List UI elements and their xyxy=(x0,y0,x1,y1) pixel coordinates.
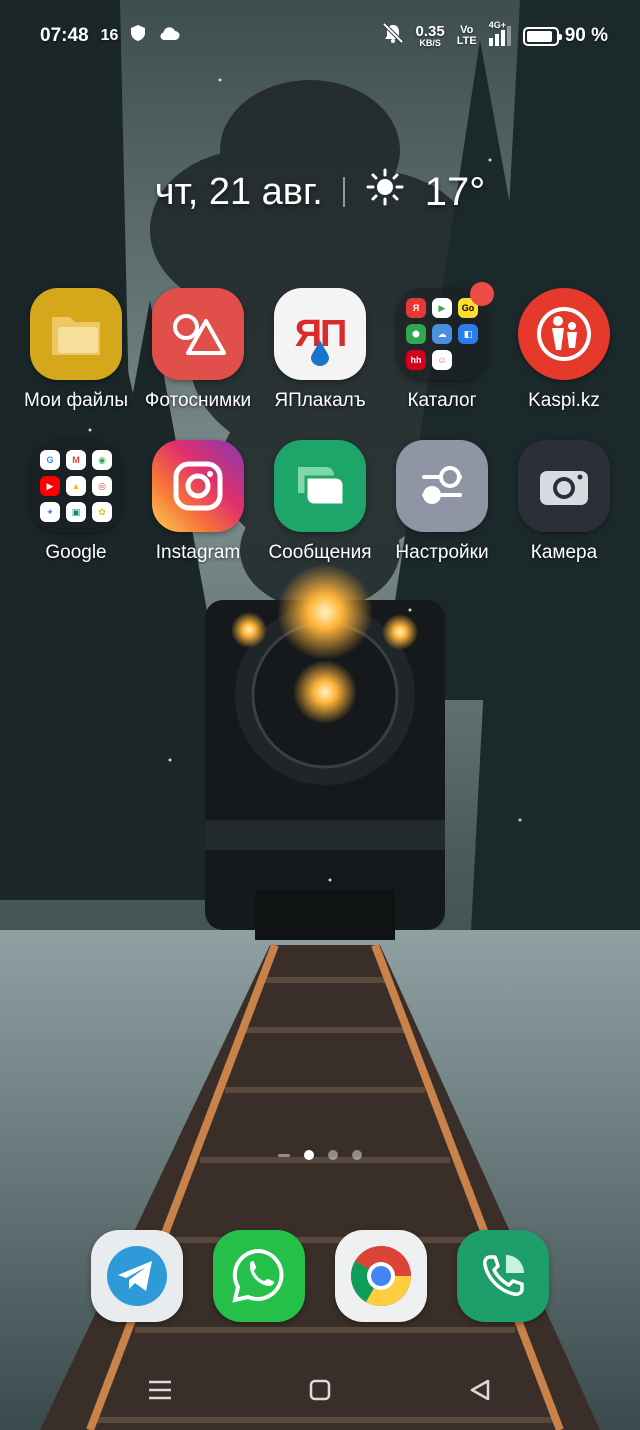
maps-mini-icon: ◉ xyxy=(92,450,112,470)
clock: 07:48 xyxy=(40,25,89,46)
widget-divider xyxy=(342,177,345,207)
empty-slot xyxy=(458,350,478,370)
app-label: Камера xyxy=(530,542,598,563)
network-speed-value: 0.35 xyxy=(415,23,445,40)
app-instagram[interactable]: Instagram xyxy=(137,440,259,564)
camera-icon[interactable] xyxy=(518,440,610,532)
yandex-mini-icon: Я xyxy=(406,298,426,318)
network-type: 4G+ xyxy=(488,20,506,30)
battery-percent: 90 % xyxy=(564,25,608,46)
date-text[interactable]: чт, 21 авг. xyxy=(155,171,323,214)
folder-files-icon[interactable] xyxy=(30,288,122,380)
volte-bottom: LTE xyxy=(456,35,477,47)
settings-icon[interactable] xyxy=(396,440,488,532)
gmail-mini-icon: M xyxy=(66,450,86,470)
app-settings[interactable]: Настройки xyxy=(381,440,503,564)
app-catalog-folder[interactable]: Я ▶ Go ⬢ ☁ ◧ hh ☺ Каталог xyxy=(381,282,503,412)
status-bar: 07:48 16 0.35 KB/S Vo LTE 4G+ 90 % xyxy=(0,0,640,72)
app-photos[interactable]: Фотоснимки xyxy=(137,288,259,412)
google-folder-icon[interactable]: G M ◉ ▶ ▲ ◎ ✦ ▣ ✿ xyxy=(30,440,122,532)
menu-icon[interactable] xyxy=(140,1370,180,1410)
feed-page-indicator[interactable] xyxy=(278,1153,290,1157)
meet-mini-icon: ▣ xyxy=(66,502,86,522)
sun-icon xyxy=(365,167,405,217)
app-google-folder[interactable]: G M ◉ ▶ ▲ ◎ ✦ ▣ ✿ Google xyxy=(15,440,137,564)
app-mini-icon: ◧ xyxy=(458,324,478,344)
battery-fill xyxy=(526,30,552,42)
cloud-mini-icon: ☁ xyxy=(432,324,452,344)
notification-count: 16 xyxy=(100,27,119,44)
hh-mini-icon: hh xyxy=(406,350,426,370)
status-bar-right: 0.35 KB/S Vo LTE 4G+ 90 % xyxy=(382,20,608,50)
app-camera[interactable]: Камера xyxy=(503,440,625,564)
youtube-mini-icon: ▶ xyxy=(40,476,60,496)
security-mini-icon: ⬢ xyxy=(406,324,426,344)
cloud-icon xyxy=(158,25,180,47)
ytmusic-mini-icon: ◎ xyxy=(92,476,112,496)
app-messages[interactable]: Сообщения xyxy=(259,440,381,564)
app-grid: Мои файлы Фотоснимки ЯП ЯПлакалъ Я ▶ Go … xyxy=(15,282,625,564)
shield-icon xyxy=(130,24,146,48)
page-dot-1[interactable] xyxy=(304,1150,314,1160)
app-label: Настройки xyxy=(395,542,489,563)
phone-icon[interactable] xyxy=(457,1230,549,1322)
app-label: Мои файлы xyxy=(23,390,129,411)
app-label: Сообщения xyxy=(268,542,372,563)
google-mini-icon: G xyxy=(40,450,60,470)
smile-mini-icon: ☺ xyxy=(432,350,452,370)
app-label: Instagram xyxy=(155,542,241,563)
app-yaplakal[interactable]: ЯП ЯПлакалъ xyxy=(259,288,381,412)
app-label: Google xyxy=(45,542,107,563)
dock xyxy=(0,1230,640,1322)
network-speed: 0.35 KB/S xyxy=(416,24,445,48)
play-store-mini-icon: ▶ xyxy=(432,298,452,318)
catalog-folder-icon[interactable]: Я ▶ Go ⬢ ☁ ◧ hh ☺ xyxy=(396,282,494,380)
notification-badge xyxy=(470,282,494,306)
gemini-mini-icon: ✦ xyxy=(40,502,60,522)
drive-mini-icon: ▲ xyxy=(66,476,86,496)
chrome-icon[interactable] xyxy=(335,1230,427,1322)
kaspi-icon[interactable] xyxy=(518,288,610,380)
status-bar-left: 07:48 16 xyxy=(40,24,180,48)
page-dot-3[interactable] xyxy=(352,1150,362,1160)
volte-indicator: Vo LTE xyxy=(457,25,477,47)
date-weather-widget[interactable]: чт, 21 авг. 17° xyxy=(0,164,640,220)
messages-icon[interactable] xyxy=(274,440,366,532)
photos-mini-icon: ✿ xyxy=(92,502,112,522)
battery: 90 % xyxy=(522,25,608,47)
app-label: Каталог xyxy=(407,390,477,411)
app-kaspi[interactable]: Kaspi.kz xyxy=(503,288,625,412)
page-indicator[interactable] xyxy=(0,1150,640,1160)
navigation-bar xyxy=(0,1360,640,1420)
photos-icon[interactable] xyxy=(152,288,244,380)
network-speed-unit: KB/S xyxy=(419,38,441,48)
home-icon[interactable] xyxy=(300,1370,340,1410)
yaplakal-icon[interactable]: ЯП xyxy=(274,288,366,380)
instagram-icon[interactable] xyxy=(152,440,244,532)
app-my-files[interactable]: Мои файлы xyxy=(15,288,137,412)
battery-icon xyxy=(522,26,562,46)
telegram-icon[interactable] xyxy=(91,1230,183,1322)
whatsapp-icon[interactable] xyxy=(213,1230,305,1322)
back-icon[interactable] xyxy=(460,1370,500,1410)
app-label: Фотоснимки xyxy=(144,390,252,411)
temperature[interactable]: 17° xyxy=(425,170,486,215)
app-label: Kaspi.kz xyxy=(528,390,600,411)
signal-icon: 4G+ xyxy=(488,20,511,46)
bell-off-icon xyxy=(382,22,404,50)
page-dot-2[interactable] xyxy=(328,1150,338,1160)
app-label: ЯПлакалъ xyxy=(274,390,366,411)
